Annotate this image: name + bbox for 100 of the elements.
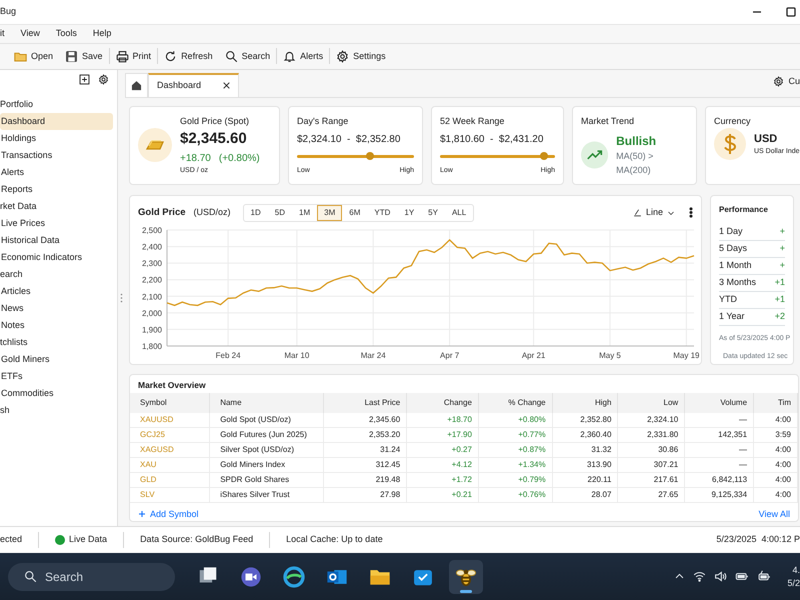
home-icon[interactable] xyxy=(131,80,142,91)
menu-item[interactable]: View xyxy=(20,27,40,41)
sidebar-item[interactable]: Articles xyxy=(0,282,113,300)
table-cell: 312.45 xyxy=(323,458,407,473)
range-thumb[interactable] xyxy=(366,152,374,160)
sidebar-group[interactable]: Portfolio xyxy=(0,96,117,113)
close-icon[interactable] xyxy=(223,82,230,90)
sidebar-item[interactable]: Commodities xyxy=(0,384,113,402)
table-cell: — xyxy=(684,412,754,428)
settings-icon[interactable] xyxy=(98,74,109,85)
toolbar-button[interactable]: Open xyxy=(8,50,60,64)
settings-icon[interactable] xyxy=(773,76,784,87)
table-cell: 4:00 xyxy=(754,412,798,428)
range-option[interactable]: 5D xyxy=(268,204,292,221)
range-option[interactable]: 1M xyxy=(292,204,318,221)
more-icon[interactable] xyxy=(689,207,693,218)
toolbar-button[interactable]: Alerts xyxy=(277,50,330,64)
table-cell: 30.86 xyxy=(618,442,685,458)
x-tick-label: May 19 xyxy=(673,350,699,360)
tab[interactable]: Dashboard xyxy=(148,72,240,97)
y-tick-label: 2,300 xyxy=(142,259,162,268)
tab-label[interactable]: Dashboard xyxy=(157,79,202,93)
bullion-icon xyxy=(138,128,172,162)
sidebar-item[interactable]: Holdings xyxy=(0,130,113,147)
window-title: Bug xyxy=(0,5,16,18)
clock-date: 5/2 xyxy=(787,576,800,590)
table-cell: 27.65 xyxy=(618,488,685,503)
table-cell: Gold Miners Index xyxy=(210,458,324,473)
dollar-icon xyxy=(714,128,746,160)
maximize-icon[interactable] xyxy=(786,6,796,17)
table-cell: Silver Spot (USD/oz) xyxy=(210,442,324,458)
data-source-text: Data Source: GoldBug Feed xyxy=(140,532,254,546)
plus-icon xyxy=(138,510,146,518)
y-tick-label: 2,000 xyxy=(142,308,162,318)
y-tick-label: 1,800 xyxy=(142,342,162,351)
range-value: $1,810.60 - $2,431.20 xyxy=(440,133,544,148)
sidebar-item[interactable]: Live Prices xyxy=(0,214,113,232)
range-option[interactable]: ALL xyxy=(444,204,474,221)
customize-button[interactable]: Cu xyxy=(788,74,800,88)
toolbar-button[interactable]: Refresh xyxy=(158,50,219,64)
market-overview-title: Market Overview xyxy=(137,378,207,392)
table-cell: +1.72 xyxy=(406,472,478,488)
column-header: Tim xyxy=(754,392,798,413)
toolbar-button[interactable]: Save xyxy=(59,50,109,64)
volume-icon[interactable] xyxy=(714,570,728,584)
table-cell: 4:00 xyxy=(754,442,798,458)
sidebar-item[interactable]: Alerts xyxy=(0,164,113,181)
x-tick-label: Feb 24 xyxy=(216,350,241,360)
menu-item[interactable]: Help xyxy=(92,27,112,41)
sidebar-item[interactable]: Notes xyxy=(0,316,113,334)
table-cell: 313.90 xyxy=(552,458,618,473)
search-icon xyxy=(224,50,238,63)
range-option[interactable]: YTD xyxy=(367,204,398,221)
sidebar-group[interactable]: earch xyxy=(0,266,117,283)
splitter-handle-icon[interactable] xyxy=(120,292,123,303)
sidebar-item[interactable]: Historical Data xyxy=(0,232,113,249)
battery-charging-icon[interactable] xyxy=(757,570,772,584)
performance-title: Performance xyxy=(719,204,769,216)
table-cell: +18.70 xyxy=(406,412,478,428)
table-cell: iShares Silver Trust xyxy=(210,488,324,503)
range-thumb[interactable] xyxy=(540,152,548,160)
y-tick-label: 2,200 xyxy=(142,276,162,285)
range-option[interactable]: 1D xyxy=(244,204,268,221)
view-all-link[interactable]: View All xyxy=(758,508,790,522)
performance-label: 1 Day xyxy=(719,225,743,238)
sidebar-item[interactable]: Gold Miners xyxy=(0,350,113,368)
performance-value: + xyxy=(780,242,785,256)
range-option[interactable]: 6M xyxy=(342,204,368,221)
sidebar-item[interactable]: Dashboard xyxy=(0,112,113,130)
table-cell: 9,125,334 xyxy=(684,488,754,503)
table-cell: 2,360.40 xyxy=(552,428,618,443)
table-cell: SPDR Gold Shares xyxy=(210,472,324,488)
taskbar-app[interactable] xyxy=(449,560,483,594)
table-cell: 142,351 xyxy=(684,428,754,443)
wifi-icon[interactable] xyxy=(693,570,706,584)
sidebar-item[interactable]: ETFs xyxy=(0,368,113,385)
add-icon[interactable] xyxy=(79,74,90,85)
toolbar-button[interactable]: Search xyxy=(218,50,276,64)
sidebar-item[interactable]: News xyxy=(0,300,113,317)
range-option[interactable]: 3M xyxy=(317,204,342,221)
range-option[interactable]: 1Y xyxy=(397,204,422,221)
sidebar-item[interactable]: Transactions xyxy=(0,146,113,164)
sidebar-group[interactable]: sh xyxy=(0,402,117,419)
taskbar-search[interactable]: Search xyxy=(8,562,175,591)
card-title: Market Trend xyxy=(581,114,636,128)
sidebar-group[interactable]: rket Data xyxy=(0,198,117,215)
chart-type-dropdown[interactable]: Line xyxy=(626,206,681,220)
x-tick-label: Apr 21 xyxy=(522,350,546,360)
sidebar-item[interactable]: Reports xyxy=(0,180,113,198)
table-cell: 27.98 xyxy=(323,488,407,503)
sidebar-group[interactable]: tchlists xyxy=(0,334,117,351)
menu-item[interactable]: it xyxy=(0,27,4,41)
toolbar-button[interactable]: Print xyxy=(110,50,158,64)
sidebar-item[interactable]: Economic Indicators xyxy=(0,248,113,266)
menu-item[interactable]: Tools xyxy=(56,27,77,41)
range-option[interactable]: 5Y xyxy=(421,204,445,221)
toolbar-button[interactable]: Settings xyxy=(330,50,392,64)
table-cell: 2,324.10 xyxy=(618,412,685,428)
add-symbol-link[interactable]: Add Symbol xyxy=(138,508,199,522)
status-datetime: 5/23/2025 4:00:12 P xyxy=(716,532,800,546)
